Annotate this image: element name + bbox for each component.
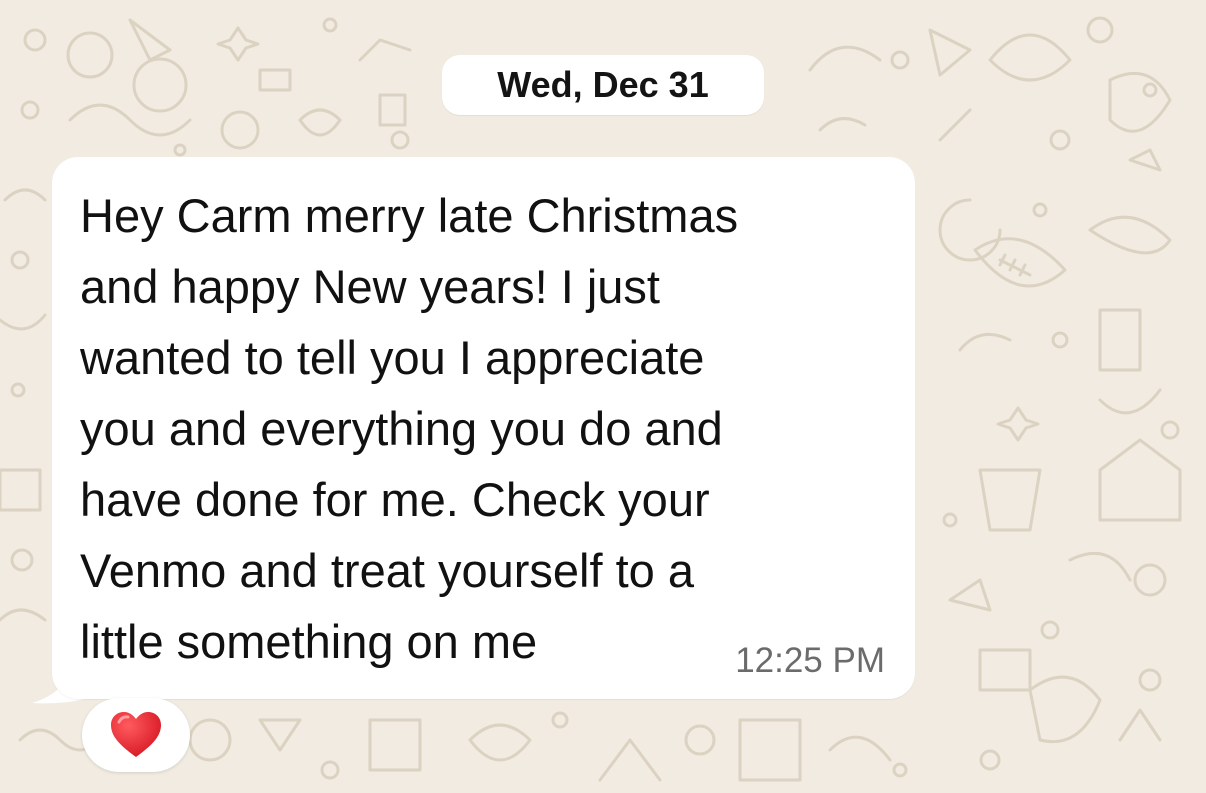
- date-header-label: Wed, Dec 31: [497, 64, 709, 105]
- heart-icon: [111, 712, 161, 757]
- message-bubble[interactable]: Hey Carm merry late Christmas and happy …: [52, 157, 915, 699]
- date-header: Wed, Dec 31: [442, 55, 764, 115]
- message-text: Hey Carm merry late Christmas and happy …: [80, 189, 739, 668]
- message-timestamp: 12:25 PM: [735, 641, 885, 680]
- reaction-badge[interactable]: [82, 698, 190, 772]
